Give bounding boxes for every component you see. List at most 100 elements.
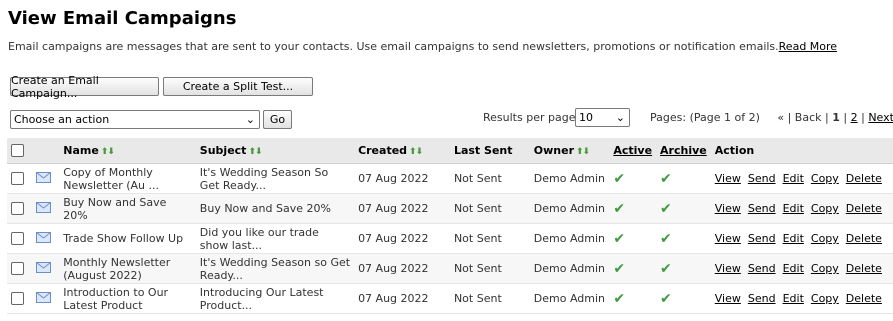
row-checkbox[interactable]: [11, 202, 24, 216]
envelope-icon: [35, 201, 51, 216]
campaign-name: Copy of Monthly Newsletter (Au ...: [59, 163, 196, 194]
owner: Demo Admin: [529, 283, 610, 314]
delete-link[interactable]: Delete: [846, 232, 882, 245]
pager-back: Back: [794, 111, 822, 124]
send-link[interactable]: Send: [748, 202, 776, 215]
col-name-label: Name: [63, 144, 99, 157]
col-owner[interactable]: Owner ⬆⬇: [529, 138, 610, 164]
send-link[interactable]: Send: [748, 172, 776, 185]
table-row: Trade Show Follow Up Did you like our tra…: [7, 223, 893, 254]
created-date: 07 Aug 2022: [354, 253, 450, 284]
last-sent: Not Sent: [449, 163, 530, 194]
campaign-subject: It's Wedding Season So Get Ready...: [195, 163, 355, 194]
table-header-row: Name ⬆⬇ Subject ⬆⬇ Created ⬆⬇ Last Sent Own…: [7, 138, 893, 164]
campaigns-table: Name ⬆⬇ Subject ⬆⬇ Created ⬆⬇ Last Sent Own…: [7, 138, 893, 314]
view-link[interactable]: View: [715, 232, 741, 245]
go-button[interactable]: Go: [263, 110, 292, 129]
intro-text: Email campaigns are messages that are se…: [8, 40, 779, 53]
col-action: Action: [710, 138, 893, 164]
edit-link[interactable]: Edit: [783, 232, 804, 245]
last-sent: Not Sent: [449, 193, 530, 224]
chevron-down-icon: ⌄: [245, 113, 255, 126]
delete-link[interactable]: Delete: [846, 262, 882, 275]
campaign-name: Introduction to Our Latest Product: [59, 283, 196, 314]
campaign-subject: Introducing Our Latest Product...: [195, 283, 355, 314]
archive-check-icon[interactable]: ✔: [660, 291, 672, 307]
view-link[interactable]: View: [715, 262, 741, 275]
col-active[interactable]: Active: [609, 138, 657, 164]
pager-sep: |: [861, 111, 865, 124]
bulk-action-select[interactable]: Choose an action ⌄: [10, 110, 260, 129]
copy-link[interactable]: Copy: [811, 292, 839, 305]
campaign-subject: Did you like our trade show last...: [195, 223, 355, 254]
view-link[interactable]: View: [715, 292, 741, 305]
active-check-icon[interactable]: ✔: [613, 171, 625, 187]
create-email-campaign-button[interactable]: Create an Email Campaign...: [10, 74, 159, 100]
col-owner-label: Owner: [533, 144, 575, 157]
send-link[interactable]: Send: [748, 262, 776, 275]
col-subject[interactable]: Subject ⬆⬇: [195, 138, 355, 164]
copy-link[interactable]: Copy: [811, 202, 839, 215]
table-row: Introduction to Our Latest Product Introd…: [7, 283, 893, 314]
pager-current-page: 1: [832, 111, 840, 124]
copy-link[interactable]: Copy: [811, 262, 839, 275]
select-all-checkbox[interactable]: [11, 144, 24, 158]
delete-link[interactable]: Delete: [846, 172, 882, 185]
table-row: Buy Now and Save 20% Buy Now and Save 20%…: [7, 193, 893, 224]
active-check-icon[interactable]: ✔: [613, 231, 625, 247]
edit-link[interactable]: Edit: [783, 262, 804, 275]
col-subject-label: Subject: [199, 144, 247, 157]
sort-arrows-icon[interactable]: ⬆⬇: [576, 147, 590, 157]
sort-arrows-icon[interactable]: ⬆⬇: [101, 147, 115, 157]
sort-arrows-icon[interactable]: ⬆⬇: [409, 147, 423, 157]
row-actions: View Send Edit Copy Delete: [710, 223, 893, 254]
create-split-test-button[interactable]: Create a Split Test...: [163, 77, 313, 96]
pager-page-2[interactable]: 2: [851, 111, 858, 124]
active-check-icon[interactable]: ✔: [613, 291, 625, 307]
view-link[interactable]: View: [715, 172, 741, 185]
created-date: 07 Aug 2022: [354, 283, 450, 314]
pagination: Pages: (Page 1 of 2) « | Back | 1 | 2 | …: [650, 111, 893, 124]
copy-link[interactable]: Copy: [811, 232, 839, 245]
copy-link[interactable]: Copy: [811, 172, 839, 185]
active-check-icon[interactable]: ✔: [613, 261, 625, 277]
results-per-page-value: 10: [579, 111, 593, 124]
archive-check-icon[interactable]: ✔: [660, 201, 672, 217]
active-check-icon[interactable]: ✔: [613, 201, 625, 217]
col-created[interactable]: Created ⬆⬇: [354, 138, 450, 164]
archive-check-icon[interactable]: ✔: [660, 231, 672, 247]
pages-label: Pages: (Page 1 of 2): [650, 111, 760, 124]
page-intro: Email campaigns are messages that are se…: [8, 40, 837, 53]
envelope-icon: [35, 171, 51, 186]
row-checkbox[interactable]: [11, 292, 24, 306]
row-checkbox[interactable]: [11, 262, 24, 276]
archive-check-icon[interactable]: ✔: [660, 261, 672, 277]
row-actions: View Send Edit Copy Delete: [710, 193, 893, 224]
archive-check-icon[interactable]: ✔: [660, 171, 672, 187]
send-link[interactable]: Send: [748, 232, 776, 245]
campaign-name: Trade Show Follow Up: [59, 223, 196, 254]
send-link[interactable]: Send: [748, 292, 776, 305]
sort-arrows-icon[interactable]: ⬆⬇: [248, 147, 262, 157]
edit-link[interactable]: Edit: [783, 202, 804, 215]
col-archive[interactable]: Archive: [656, 138, 711, 164]
pager-sep: |: [843, 111, 848, 124]
page-title: View Email Campaigns: [8, 8, 237, 29]
delete-link[interactable]: Delete: [846, 292, 882, 305]
read-more-link[interactable]: Read More: [779, 40, 837, 53]
envelope-icon: [35, 291, 51, 306]
view-link[interactable]: View: [715, 202, 741, 215]
row-actions: View Send Edit Copy Delete: [710, 283, 893, 314]
col-name[interactable]: Name ⬆⬇: [59, 138, 196, 164]
edit-link[interactable]: Edit: [783, 292, 804, 305]
row-checkbox[interactable]: [11, 172, 24, 186]
row-checkbox[interactable]: [11, 232, 24, 246]
row-actions: View Send Edit Copy Delete: [710, 253, 893, 284]
owner: Demo Admin: [529, 223, 610, 254]
delete-link[interactable]: Delete: [846, 202, 882, 215]
campaign-subject: It's Wedding Season so Get Ready...: [195, 253, 355, 284]
edit-link[interactable]: Edit: [783, 172, 804, 185]
pager-next[interactable]: Next: [868, 111, 893, 124]
last-sent: Not Sent: [449, 223, 530, 254]
results-per-page-select[interactable]: 10 ⌄: [575, 108, 630, 127]
